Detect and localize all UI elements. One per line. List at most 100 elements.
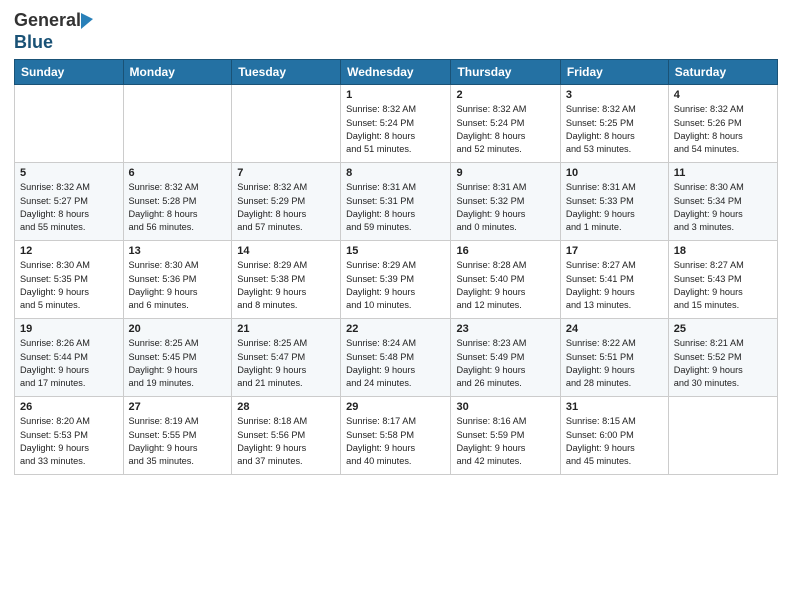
day-info: Sunrise: 8:27 AM Sunset: 5:43 PM Dayligh… xyxy=(674,259,772,312)
calendar-cell: 2 Sunrise: 8:32 AM Sunset: 5:24 PM Daylig… xyxy=(451,85,560,163)
calendar-cell: 11 Sunrise: 8:30 AM Sunset: 5:34 PM Dayli… xyxy=(668,163,777,241)
day-number: 16 xyxy=(456,245,554,257)
day-info: Sunrise: 8:22 AM Sunset: 5:51 PM Dayligh… xyxy=(566,337,663,390)
weekday-header: Monday xyxy=(123,60,232,85)
weekday-header: Wednesday xyxy=(341,60,451,85)
day-number: 18 xyxy=(674,245,772,257)
day-number: 9 xyxy=(456,167,554,179)
day-number: 31 xyxy=(566,401,663,413)
day-number: 28 xyxy=(237,401,335,413)
day-number: 12 xyxy=(20,245,118,257)
weekday-header: Thursday xyxy=(451,60,560,85)
day-number: 14 xyxy=(237,245,335,257)
calendar-cell: 14 Sunrise: 8:29 AM Sunset: 5:38 PM Dayli… xyxy=(232,241,341,319)
day-number: 4 xyxy=(674,89,772,101)
calendar-cell: 3 Sunrise: 8:32 AM Sunset: 5:25 PM Daylig… xyxy=(560,85,668,163)
logo-text: GeneralBlue xyxy=(14,10,93,53)
weekday-header: Saturday xyxy=(668,60,777,85)
calendar-cell: 22 Sunrise: 8:24 AM Sunset: 5:48 PM Dayli… xyxy=(341,319,451,397)
calendar-cell: 25 Sunrise: 8:21 AM Sunset: 5:52 PM Dayli… xyxy=(668,319,777,397)
calendar-cell: 19 Sunrise: 8:26 AM Sunset: 5:44 PM Dayli… xyxy=(15,319,124,397)
calendar-header-row: SundayMondayTuesdayWednesdayThursdayFrid… xyxy=(15,60,778,85)
calendar-cell: 30Sunrise: 8:16 AM Sunset: 5:59 PM Dayli… xyxy=(451,397,560,475)
day-info: Sunrise: 8:31 AM Sunset: 5:31 PM Dayligh… xyxy=(346,181,445,234)
day-info: Sunrise: 8:25 AM Sunset: 5:45 PM Dayligh… xyxy=(129,337,227,390)
day-number: 8 xyxy=(346,167,445,179)
day-number: 3 xyxy=(566,89,663,101)
day-number: 26 xyxy=(20,401,118,413)
calendar-cell: 24 Sunrise: 8:22 AM Sunset: 5:51 PM Dayli… xyxy=(560,319,668,397)
calendar-cell: 15 Sunrise: 8:29 AM Sunset: 5:39 PM Dayli… xyxy=(341,241,451,319)
day-info: Sunrise: 8:26 AM Sunset: 5:44 PM Dayligh… xyxy=(20,337,118,390)
day-number: 13 xyxy=(129,245,227,257)
calendar-cell: 28 Sunrise: 8:18 AM Sunset: 5:56 PM Dayli… xyxy=(232,397,341,475)
day-number: 27 xyxy=(129,401,227,413)
logo-icon xyxy=(81,13,93,29)
page-container: GeneralBlue SundayMondayTuesdayWednesday… xyxy=(0,0,792,481)
day-info: Sunrise: 8:18 AM Sunset: 5:56 PM Dayligh… xyxy=(237,415,335,468)
day-number: 22 xyxy=(346,323,445,335)
day-info: Sunrise: 8:30 AM Sunset: 5:35 PM Dayligh… xyxy=(20,259,118,312)
day-info: Sunrise: 8:31 AM Sunset: 5:32 PM Dayligh… xyxy=(456,181,554,234)
day-info: Sunrise: 8:32 AM Sunset: 5:25 PM Dayligh… xyxy=(566,103,663,156)
day-number: 6 xyxy=(129,167,227,179)
day-info: Sunrise: 8:20 AM Sunset: 5:53 PM Dayligh… xyxy=(20,415,118,468)
calendar-table: SundayMondayTuesdayWednesdayThursdayFrid… xyxy=(14,59,778,475)
day-info: Sunrise: 8:32 AM Sunset: 5:26 PM Dayligh… xyxy=(674,103,772,156)
day-info: Sunrise: 8:29 AM Sunset: 5:38 PM Dayligh… xyxy=(237,259,335,312)
day-info: Sunrise: 8:17 AM Sunset: 5:58 PM Dayligh… xyxy=(346,415,445,468)
day-number: 21 xyxy=(237,323,335,335)
calendar-cell: 20Sunrise: 8:25 AM Sunset: 5:45 PM Dayli… xyxy=(123,319,232,397)
day-number: 11 xyxy=(674,167,772,179)
calendar-cell: 6 Sunrise: 8:32 AM Sunset: 5:28 PM Daylig… xyxy=(123,163,232,241)
weekday-header: Friday xyxy=(560,60,668,85)
day-info: Sunrise: 8:29 AM Sunset: 5:39 PM Dayligh… xyxy=(346,259,445,312)
logo-general: General xyxy=(14,10,81,30)
day-number: 10 xyxy=(566,167,663,179)
calendar-cell: 21 Sunrise: 8:25 AM Sunset: 5:47 PM Dayli… xyxy=(232,319,341,397)
day-number: 24 xyxy=(566,323,663,335)
calendar-week-row: 5 Sunrise: 8:32 AM Sunset: 5:27 PM Daylig… xyxy=(15,163,778,241)
calendar-cell: 12 Sunrise: 8:30 AM Sunset: 5:35 PM Dayli… xyxy=(15,241,124,319)
day-number: 23 xyxy=(456,323,554,335)
weekday-header: Tuesday xyxy=(232,60,341,85)
calendar-cell: 10 Sunrise: 8:31 AM Sunset: 5:33 PM Dayli… xyxy=(560,163,668,241)
calendar-cell: 18 Sunrise: 8:27 AM Sunset: 5:43 PM Dayli… xyxy=(668,241,777,319)
day-info: Sunrise: 8:15 AM Sunset: 6:00 PM Dayligh… xyxy=(566,415,663,468)
day-info: Sunrise: 8:30 AM Sunset: 5:36 PM Dayligh… xyxy=(129,259,227,312)
day-info: Sunrise: 8:25 AM Sunset: 5:47 PM Dayligh… xyxy=(237,337,335,390)
day-info: Sunrise: 8:21 AM Sunset: 5:52 PM Dayligh… xyxy=(674,337,772,390)
calendar-cell: 23Sunrise: 8:23 AM Sunset: 5:49 PM Dayli… xyxy=(451,319,560,397)
day-info: Sunrise: 8:32 AM Sunset: 5:27 PM Dayligh… xyxy=(20,181,118,234)
weekday-header: Sunday xyxy=(15,60,124,85)
calendar-week-row: 12 Sunrise: 8:30 AM Sunset: 5:35 PM Dayli… xyxy=(15,241,778,319)
calendar-cell: 17Sunrise: 8:27 AM Sunset: 5:41 PM Dayli… xyxy=(560,241,668,319)
day-number: 15 xyxy=(346,245,445,257)
calendar-cell xyxy=(123,85,232,163)
calendar-week-row: 26 Sunrise: 8:20 AM Sunset: 5:53 PM Dayli… xyxy=(15,397,778,475)
day-number: 1 xyxy=(346,89,445,101)
day-info: Sunrise: 8:16 AM Sunset: 5:59 PM Dayligh… xyxy=(456,415,554,468)
day-info: Sunrise: 8:30 AM Sunset: 5:34 PM Dayligh… xyxy=(674,181,772,234)
day-number: 5 xyxy=(20,167,118,179)
logo-blue: Blue xyxy=(14,32,53,52)
day-info: Sunrise: 8:32 AM Sunset: 5:24 PM Dayligh… xyxy=(346,103,445,156)
calendar-cell: 1 Sunrise: 8:32 AM Sunset: 5:24 PM Daylig… xyxy=(341,85,451,163)
calendar-cell xyxy=(232,85,341,163)
day-info: Sunrise: 8:27 AM Sunset: 5:41 PM Dayligh… xyxy=(566,259,663,312)
day-info: Sunrise: 8:31 AM Sunset: 5:33 PM Dayligh… xyxy=(566,181,663,234)
day-info: Sunrise: 8:24 AM Sunset: 5:48 PM Dayligh… xyxy=(346,337,445,390)
day-info: Sunrise: 8:19 AM Sunset: 5:55 PM Dayligh… xyxy=(129,415,227,468)
header: GeneralBlue xyxy=(14,10,778,53)
day-info: Sunrise: 8:32 AM Sunset: 5:24 PM Dayligh… xyxy=(456,103,554,156)
day-info: Sunrise: 8:32 AM Sunset: 5:29 PM Dayligh… xyxy=(237,181,335,234)
calendar-cell: 7Sunrise: 8:32 AM Sunset: 5:29 PM Daylig… xyxy=(232,163,341,241)
calendar-cell: 13 Sunrise: 8:30 AM Sunset: 5:36 PM Dayli… xyxy=(123,241,232,319)
day-info: Sunrise: 8:32 AM Sunset: 5:28 PM Dayligh… xyxy=(129,181,227,234)
calendar-cell: 27 Sunrise: 8:19 AM Sunset: 5:55 PM Dayli… xyxy=(123,397,232,475)
logo: GeneralBlue xyxy=(14,10,93,53)
day-number: 2 xyxy=(456,89,554,101)
day-number: 25 xyxy=(674,323,772,335)
calendar-cell xyxy=(15,85,124,163)
day-number: 19 xyxy=(20,323,118,335)
